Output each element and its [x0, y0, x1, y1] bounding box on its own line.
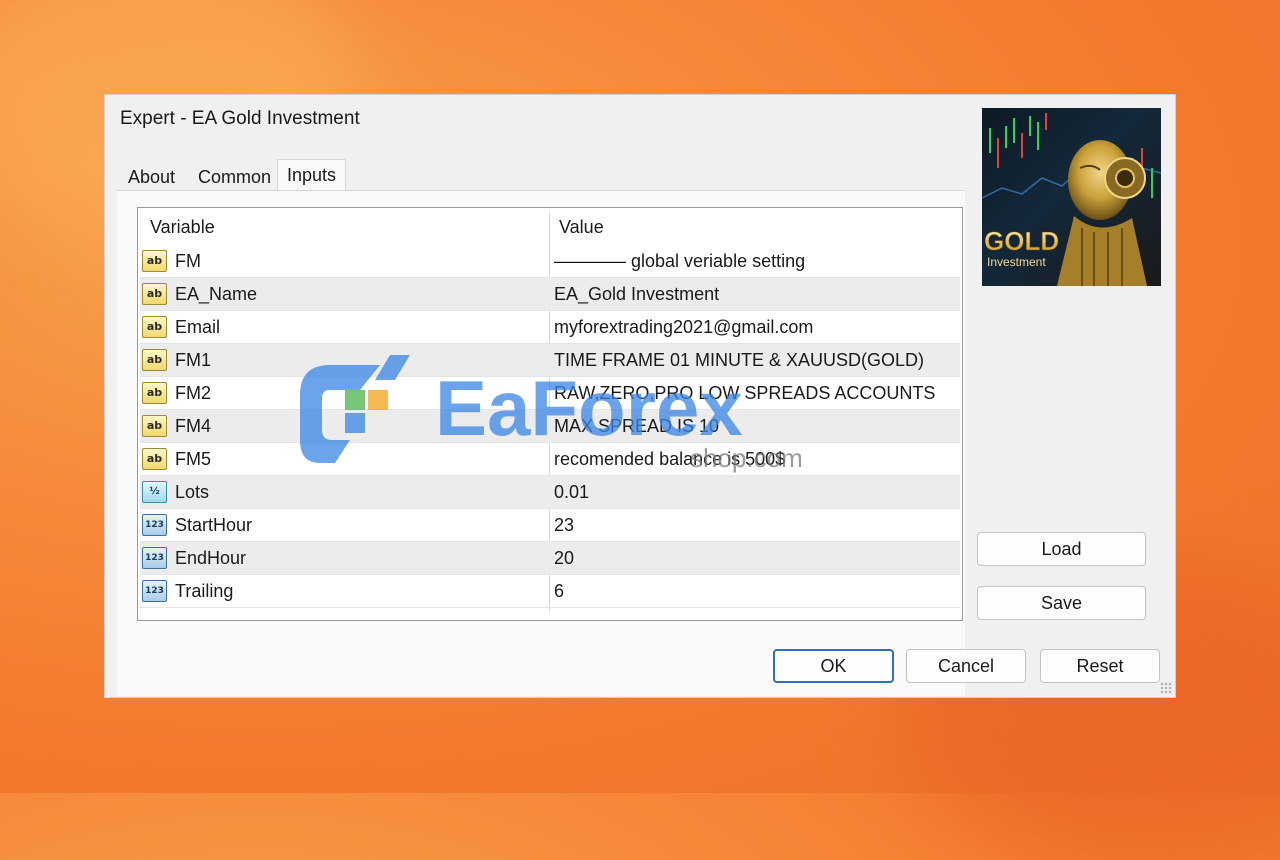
resize-grip[interactable] — [1160, 682, 1172, 694]
value-cell[interactable]: recomended balance is 500$ — [554, 443, 785, 476]
thumbnail-subtitle: Investment — [987, 255, 1046, 269]
table-row[interactable]: 123 EndHour 20 — [140, 542, 960, 575]
double-type-icon: ½ — [142, 481, 167, 503]
cancel-button[interactable]: Cancel — [906, 649, 1026, 683]
expert-thumbnail: GOLD Investment — [982, 108, 1161, 286]
variable-name-cell: FM5 — [175, 449, 211, 469]
table-row[interactable]: 123 Trailing 6 — [140, 575, 960, 608]
table-row[interactable]: ab FM ———— global veriable setting — [140, 245, 960, 278]
variable-name-cell: EndHour — [175, 548, 247, 568]
string-type-icon: ab — [142, 448, 167, 470]
tab-common[interactable]: Common — [189, 163, 280, 191]
dialog-title: Expert - EA Gold Investment — [120, 108, 360, 129]
value-cell[interactable]: ———— global veriable setting — [554, 245, 805, 278]
string-type-icon: ab — [142, 283, 167, 305]
column-header-variable[interactable]: Variable — [150, 208, 215, 246]
reset-button[interactable]: Reset — [1040, 649, 1160, 683]
variable-name-cell: Lots — [175, 482, 210, 502]
load-button[interactable]: Load — [977, 532, 1146, 566]
value-cell[interactable]: EA_Gold Investment — [554, 278, 719, 311]
variable-name-cell: Trailing — [175, 581, 234, 601]
column-header-value[interactable]: Value — [559, 208, 604, 246]
integer-type-icon: 123 — [142, 547, 167, 569]
tab-inputs[interactable]: Inputs — [277, 159, 347, 192]
variable-name-cell: FM — [175, 251, 201, 271]
inputs-panel: Variable Value ab FM ———— global veriable … — [117, 190, 965, 696]
value-cell[interactable]: MAX SPREAD IS 10 — [554, 410, 719, 443]
table-row[interactable]: ab FM5 recomended balance is 500$ — [140, 443, 960, 476]
integer-type-icon: 123 — [142, 580, 167, 602]
variable-name-cell: FM4 — [175, 416, 211, 436]
tab-about[interactable]: About — [119, 163, 184, 191]
string-type-icon: ab — [142, 349, 167, 371]
variable-name-cell: EA_Name — [175, 284, 258, 304]
value-cell[interactable]: 20 — [554, 542, 574, 575]
variable-name-cell: Email — [175, 317, 221, 337]
value-cell[interactable]: TIME FRAME 01 MINUTE & XAUUSD(GOLD) — [554, 344, 924, 377]
table-row[interactable]: 123 StartHour 23 — [140, 509, 960, 542]
gold-robot-image: GOLD Investment — [982, 113, 1161, 286]
value-cell[interactable]: myforextrading2021@gmail.com — [554, 311, 813, 344]
variable-name-cell: FM1 — [175, 350, 211, 370]
table-row[interactable]: ab FM1 TIME FRAME 01 MINUTE & XAUUSD(GOLD) — [140, 344, 960, 377]
table-row[interactable]: ab Email myforextrading2021@gmail.com — [140, 311, 960, 344]
value-cell[interactable]: 23 — [554, 509, 574, 542]
string-type-icon: ab — [142, 316, 167, 338]
thumbnail-title: GOLD — [984, 226, 1059, 256]
table-row[interactable]: ½ Lots 0.01 — [140, 476, 960, 509]
expert-dialog: Expert - EA Gold Investment About Common… — [104, 94, 1176, 698]
integer-type-icon: 123 — [142, 514, 167, 536]
value-cell[interactable]: 0.01 — [554, 476, 589, 509]
inputs-table: Variable Value ab FM ———— global veriable … — [137, 207, 963, 621]
table-row[interactable]: ab FM2 RAW,ZERO,PRO LOW SPREADS ACCOUNTS — [140, 377, 960, 410]
ok-button[interactable]: OK — [773, 649, 894, 683]
table-row[interactable]: ab FM4 MAX SPREAD IS 10 — [140, 410, 960, 443]
string-type-icon: ab — [142, 250, 167, 272]
variable-name-cell: StartHour — [175, 515, 253, 535]
string-type-icon: ab — [142, 382, 167, 404]
variable-name-cell: FM2 — [175, 383, 211, 403]
string-type-icon: ab — [142, 415, 167, 437]
table-row[interactable]: ab EA_Name EA_Gold Investment — [140, 278, 960, 311]
value-cell[interactable]: 6 — [554, 575, 564, 608]
value-cell[interactable]: RAW,ZERO,PRO LOW SPREADS ACCOUNTS — [554, 377, 935, 410]
save-button[interactable]: Save — [977, 586, 1146, 620]
